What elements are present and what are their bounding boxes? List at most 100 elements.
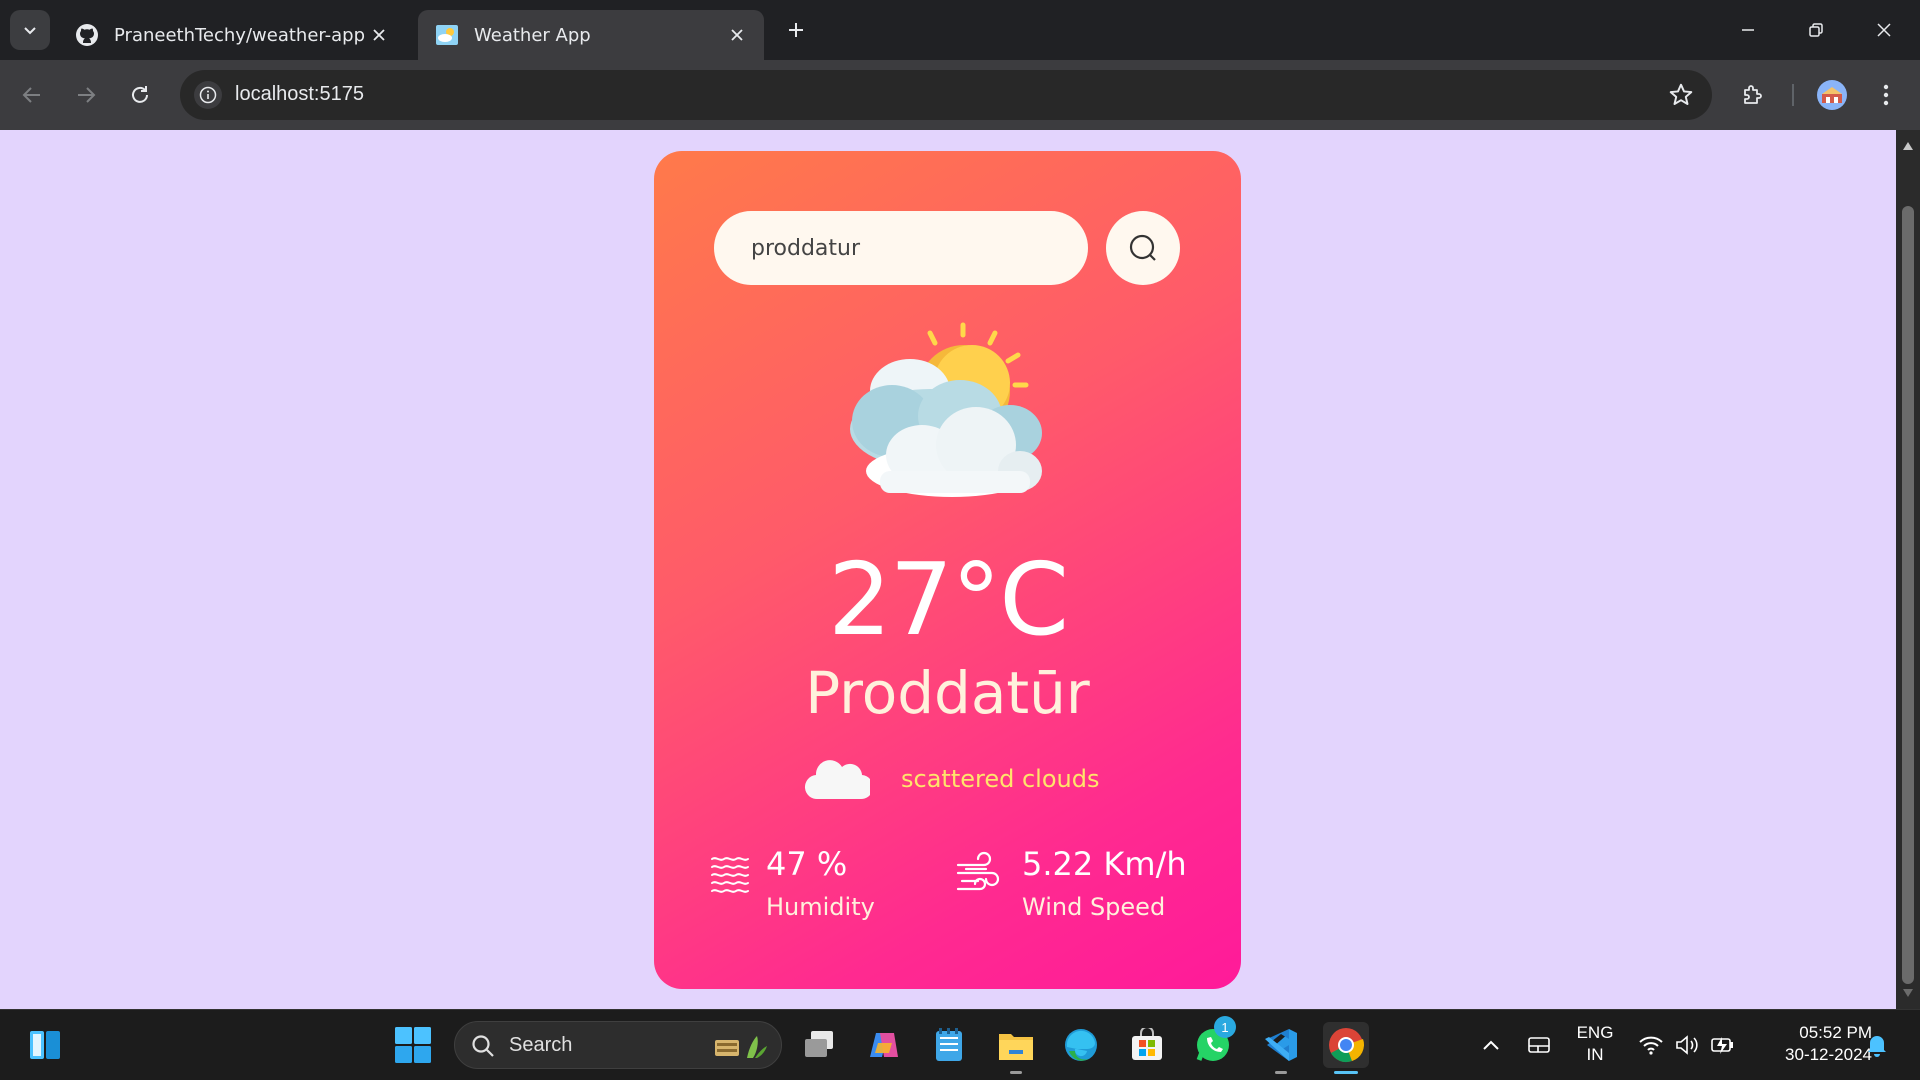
plus-icon [789, 23, 803, 37]
taskbar-copilot[interactable] [861, 1022, 907, 1068]
vscode-icon [1265, 1029, 1297, 1061]
taskbar-chrome[interactable] [1323, 1022, 1369, 1074]
taskbar-edge[interactable] [1058, 1022, 1104, 1068]
reload-button[interactable] [122, 77, 158, 113]
humidity-value: 47 % [766, 845, 848, 883]
taskbar-whatsapp[interactable]: 1 [1190, 1016, 1236, 1068]
weather-card: 27°C Proddatūr scattered clouds 47 % Hum… [654, 151, 1241, 989]
tray-network[interactable] [1634, 1028, 1668, 1062]
search-icon [1129, 234, 1156, 261]
chevron-down-icon [24, 27, 36, 35]
page-viewport: 27°C Proddatūr scattered clouds 47 % Hum… [0, 130, 1896, 1009]
close-tab-icon[interactable] [368, 24, 390, 46]
wind-stat: 5.22 Km/h Wind Speed [956, 845, 1216, 935]
scrollbar-thumb[interactable] [1902, 206, 1914, 984]
active-indicator [1334, 1071, 1358, 1074]
tab-github[interactable]: PraneethTechy/weather-app [58, 10, 406, 60]
forward-button[interactable] [68, 77, 104, 113]
puzzle-icon [1744, 85, 1762, 104]
notification-badge: 1 [1214, 1016, 1236, 1038]
kebab-menu-icon [1883, 84, 1889, 106]
cloud-icon [805, 760, 870, 800]
tab-search-button[interactable] [10, 10, 50, 50]
task-view-icon [805, 1031, 833, 1057]
windows-taskbar: Search 1 ENG IN 05:52 PM 30-12-2024 [0, 1009, 1920, 1080]
edge-icon [1065, 1029, 1097, 1061]
taskbar-task-view[interactable] [796, 1022, 842, 1068]
widgets-icon[interactable] [24, 1025, 68, 1065]
taskbar-search-label: Search [509, 1034, 573, 1056]
search-button[interactable] [1106, 211, 1180, 285]
tab-title: Weather App [474, 24, 591, 46]
new-tab-button[interactable] [780, 14, 812, 46]
taskbar-search[interactable]: Search [454, 1021, 782, 1069]
tray-volume[interactable] [1670, 1028, 1704, 1062]
display-icon [1528, 1037, 1550, 1053]
wind-icon [956, 851, 1000, 891]
close-icon [1877, 23, 1891, 37]
close-tab-icon[interactable] [726, 24, 748, 46]
chrome-icon [1329, 1028, 1365, 1063]
address-bar[interactable]: localhost:5175 [180, 70, 1712, 120]
wind-label: Wind Speed [1022, 893, 1166, 921]
microsoft-store-icon [1132, 1028, 1162, 1060]
city-search-input[interactable] [714, 211, 1088, 285]
running-indicator [1275, 1071, 1287, 1074]
tab-title: PraneethTechy/weather-app [114, 24, 366, 46]
arrow-right-icon [78, 87, 96, 103]
browser-titlebar: PraneethTechy/weather-app Weather App [0, 0, 1920, 60]
weather-description-row: scattered clouds [804, 751, 1124, 811]
tray-display-button[interactable] [1522, 1028, 1556, 1062]
page-scrollbar[interactable] [1896, 130, 1920, 1009]
scroll-down-arrow-icon[interactable] [1896, 983, 1920, 1003]
wind-value: 5.22 Km/h [1022, 845, 1187, 883]
humidity-waves-icon [711, 857, 749, 893]
clock-time: 05:52 PM [1799, 1023, 1872, 1042]
temperature: 27°C [827, 541, 1069, 658]
weather-favicon-icon [434, 22, 460, 48]
notifications-button[interactable] [1860, 1028, 1894, 1062]
taskbar-vscode[interactable] [1258, 1022, 1304, 1074]
site-info-icon[interactable] [194, 81, 222, 109]
browser-toolbar: localhost:5175 [0, 60, 1920, 130]
running-indicator [1010, 1071, 1022, 1074]
minimize-button[interactable] [1726, 12, 1770, 48]
url-text: localhost:5175 [235, 83, 364, 105]
scroll-up-arrow-icon[interactable] [1896, 136, 1920, 156]
back-button[interactable] [14, 77, 50, 113]
search-icon [472, 1035, 494, 1057]
tray-battery[interactable] [1706, 1028, 1740, 1062]
taskbar-notepad[interactable] [926, 1022, 972, 1068]
battery-charging-icon [1711, 1037, 1733, 1054]
minimize-icon [1742, 29, 1754, 31]
file-explorer-icon [999, 1034, 1033, 1060]
language-indicator[interactable]: ENG IN [1568, 1022, 1622, 1066]
taskbar-file-explorer[interactable] [993, 1022, 1039, 1074]
close-window-button[interactable] [1862, 12, 1906, 48]
bookmark-star-icon[interactable] [1668, 82, 1694, 108]
reload-icon [132, 86, 148, 103]
windows-start-icon[interactable] [394, 1026, 432, 1064]
chevron-up-icon [1483, 1040, 1499, 1050]
taskbar-store[interactable] [1124, 1022, 1170, 1068]
city-name: Proddatūr [805, 659, 1090, 727]
copilot-icon [870, 1033, 898, 1057]
show-hidden-icons-button[interactable] [1474, 1028, 1508, 1062]
toolbar-divider [1792, 84, 1794, 106]
language-code: ENG [1576, 1023, 1614, 1042]
tab-weather-app[interactable]: Weather App [418, 10, 764, 60]
region-code: IN [1586, 1045, 1604, 1064]
menu-button[interactable] [1868, 77, 1904, 113]
taskbar-clock[interactable]: 05:52 PM 30-12-2024 [1752, 1022, 1872, 1066]
profile-button[interactable] [1814, 77, 1850, 113]
restore-button[interactable] [1794, 12, 1838, 48]
github-icon [74, 22, 100, 48]
bell-icon [1868, 1036, 1886, 1057]
humidity-stat: 47 % Humidity [710, 845, 910, 935]
extensions-button[interactable] [1735, 77, 1771, 113]
search-highlight-icon [715, 1036, 767, 1058]
weather-description: scattered clouds [901, 765, 1100, 793]
humidity-label: Humidity [766, 893, 875, 921]
notepad-icon [936, 1028, 962, 1061]
sun-behind-clouds-icon [850, 322, 1042, 497]
